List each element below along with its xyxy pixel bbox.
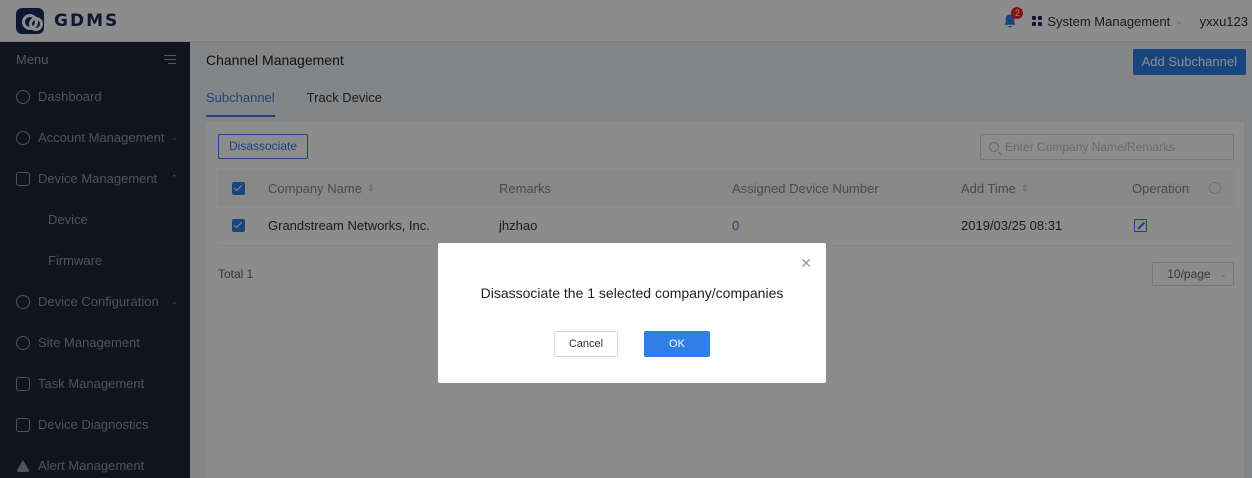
dialog-message: Disassociate the 1 selected company/comp… — [480, 285, 784, 301]
ok-button[interactable]: OK — [644, 331, 710, 357]
close-icon[interactable]: ✕ — [800, 255, 812, 272]
modal-overlay[interactable] — [0, 0, 1252, 478]
cancel-button[interactable]: Cancel — [554, 331, 618, 357]
confirm-dialog: ✕ Disassociate the 1 selected company/co… — [438, 243, 826, 383]
